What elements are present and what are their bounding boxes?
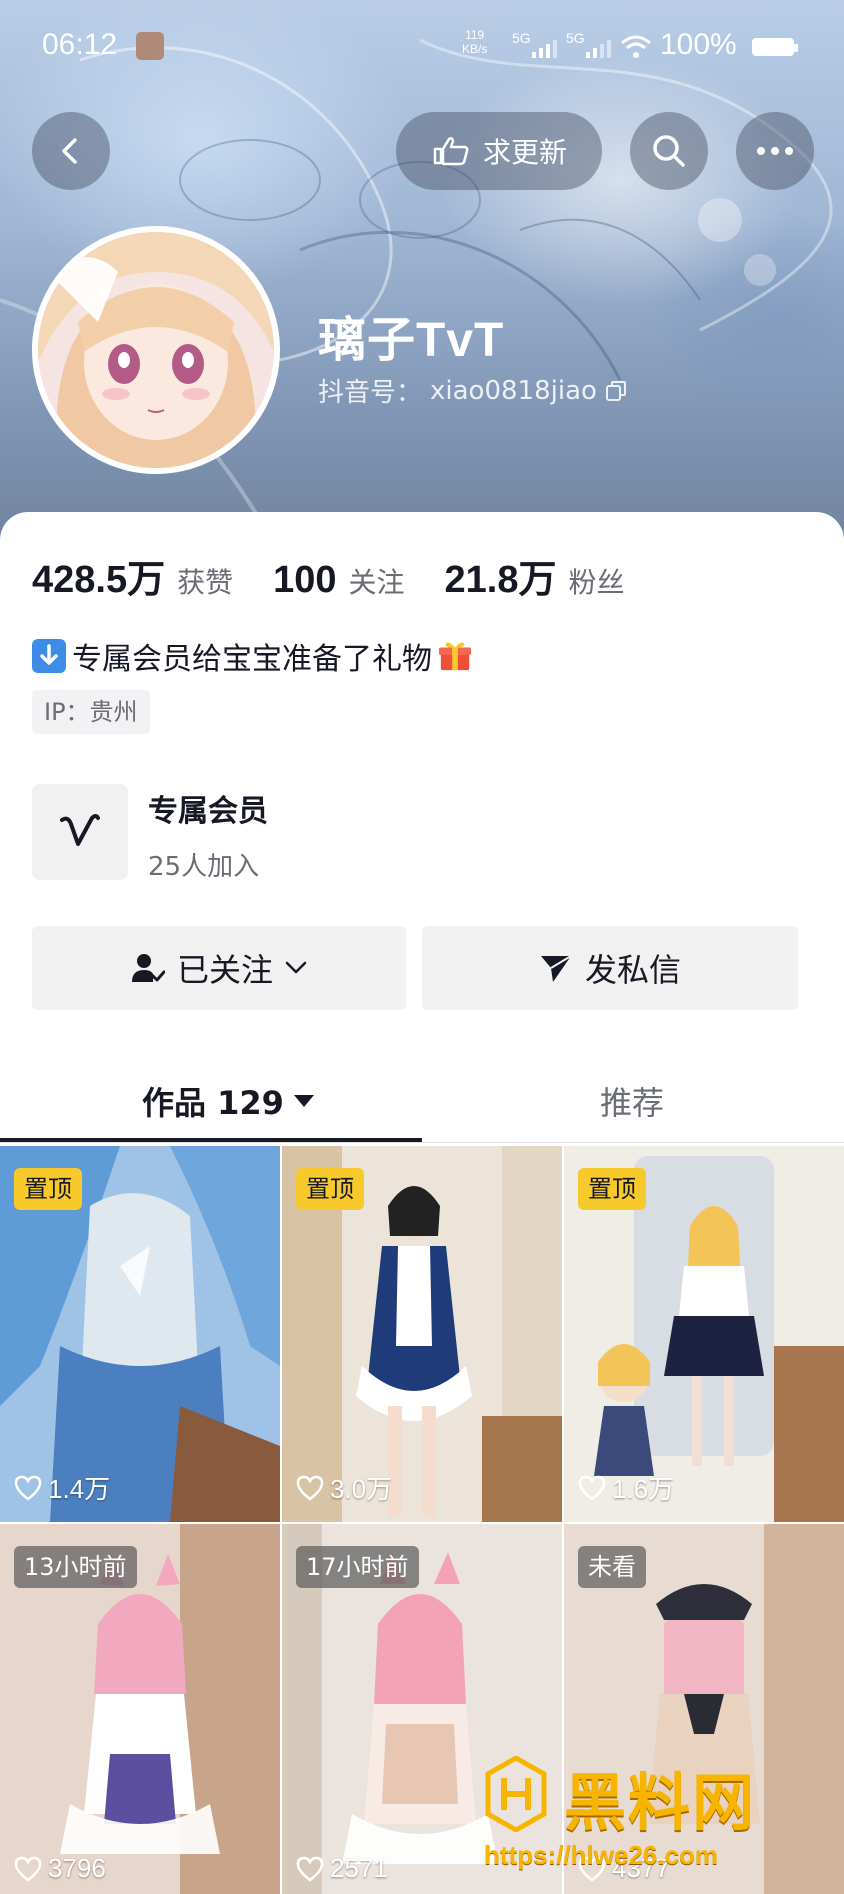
heart-icon (578, 1475, 606, 1501)
signal-bars-icon (532, 40, 557, 58)
battery-percent: 100% (660, 28, 737, 61)
followers-count[interactable]: 21.8万 (445, 548, 557, 603)
watermark-text: 黑料网 (564, 1766, 757, 1839)
heart-icon (296, 1475, 324, 1501)
more-icon (757, 147, 793, 155)
unwatched-badge: 未看 (578, 1546, 646, 1588)
tab-recommend[interactable]: 推荐 (600, 1078, 664, 1124)
caret-down-icon (293, 1095, 314, 1107)
hand-pointer-icon (433, 137, 469, 166)
network-speed-unit: KB/s (462, 42, 488, 56)
time-badge: 17小时前 (296, 1546, 419, 1588)
membership-logo[interactable] (32, 784, 128, 880)
notification-avatar-icon (136, 32, 164, 60)
douyin-id-row[interactable]: 抖音号： xiao0818jiao (318, 372, 627, 409)
video-tile[interactable]: 置顶 3.0万 (282, 1146, 562, 1522)
tab-works-label: 作品 129 (142, 1084, 284, 1122)
video-likes-count: 3796 (48, 1853, 106, 1883)
video-likes-count: 2571 (330, 1853, 388, 1883)
copy-icon[interactable] (605, 380, 627, 402)
video-tile[interactable]: 置顶 1.4万 (0, 1146, 280, 1522)
v-logo-icon (60, 814, 100, 846)
profile-avatar[interactable] (32, 226, 280, 474)
request-update-button[interactable]: 求更新 (396, 112, 602, 190)
status-time: 06:12 (42, 28, 118, 61)
video-likes: 3796 (14, 1853, 106, 1884)
tab-divider (0, 1142, 844, 1143)
video-tile[interactable]: 置顶 1.6万 (564, 1146, 844, 1522)
likes-count[interactable]: 428.5万 (32, 548, 165, 603)
membership-subtitle: 25人加入 (148, 852, 260, 882)
video-likes-count: 3.0万 (330, 1474, 393, 1504)
more-button[interactable] (736, 112, 814, 190)
heart-icon (296, 1856, 324, 1882)
profile-page: 06:12 119 KB/s 5G 5G 100% 求更新 璃子TvT 抖音号：… (0, 0, 844, 1894)
bio-text: 专属会员给宝宝准备了礼物 (72, 642, 432, 677)
video-tile[interactable]: 13小时前 3796 (0, 1524, 280, 1894)
avatar-illustration (38, 232, 274, 468)
membership-title[interactable]: 专属会员 (148, 786, 268, 830)
gift-icon (438, 642, 472, 671)
following-label: 关注 (348, 566, 405, 599)
back-arrow-icon (62, 138, 77, 164)
watermark-logo-icon (485, 1756, 547, 1832)
time-badge: 13小时前 (14, 1546, 137, 1588)
send-message-button[interactable]: 发私信 (422, 926, 798, 1010)
down-arrow-icon (32, 639, 66, 673)
network-speed: 119 KB/s (462, 28, 487, 56)
following-button-label: 已关注 (176, 951, 273, 989)
wifi-icon (621, 35, 651, 58)
following-button[interactable]: 已关注 (32, 926, 406, 1010)
pinned-badge: 置顶 (296, 1168, 364, 1210)
status-bar: 06:12 119 KB/s 5G 5G 100% (0, 0, 844, 90)
signal-2-label: 5G (566, 30, 585, 46)
likes-label: 获赞 (177, 566, 234, 599)
request-update-label: 求更新 (482, 136, 567, 169)
signal-bars-2-icon (586, 40, 611, 58)
back-button[interactable] (32, 112, 110, 190)
network-speed-value: 119 (465, 28, 485, 42)
chevron-down-icon (285, 961, 307, 974)
video-likes: 1.6万 (578, 1469, 674, 1506)
send-icon (540, 955, 572, 982)
video-likes: 3.0万 (296, 1469, 392, 1506)
profile-name: 璃子TvT (318, 314, 505, 367)
followers-label: 粉丝 (568, 566, 625, 599)
douyin-id-value: xiao0818jiao (430, 375, 597, 406)
video-likes: 2571 (296, 1853, 388, 1884)
watermark-url: https://hlwe26.com (484, 1840, 719, 1870)
heart-icon (14, 1856, 42, 1882)
douyin-id-label: 抖音号： (318, 378, 423, 408)
search-icon (653, 135, 685, 167)
tab-works[interactable]: 作品 129 (142, 1078, 316, 1124)
pinned-badge: 置顶 (14, 1168, 82, 1210)
video-likes-count: 1.6万 (612, 1474, 675, 1504)
stats-row: 428.5万 获赞 100 关注 21.8万 粉丝 (32, 548, 665, 603)
pinned-badge: 置顶 (578, 1168, 646, 1210)
watermark: 黑料网 https://hlwe26.com (484, 1756, 824, 1886)
bio: 专属会员给宝宝准备了礼物 (32, 634, 472, 678)
following-count[interactable]: 100 (273, 559, 336, 602)
signal-1-label: 5G (512, 30, 531, 46)
content-tabs: 作品 129 推荐 (0, 1060, 844, 1144)
heart-icon (14, 1475, 42, 1501)
user-check-icon (131, 954, 165, 982)
battery-icon (752, 38, 798, 56)
ip-location-tag: IP：贵州 (32, 690, 150, 734)
search-button[interactable] (630, 112, 708, 190)
send-message-label: 发私信 (584, 951, 681, 989)
video-likes: 1.4万 (14, 1469, 110, 1506)
video-likes-count: 1.4万 (48, 1474, 111, 1504)
